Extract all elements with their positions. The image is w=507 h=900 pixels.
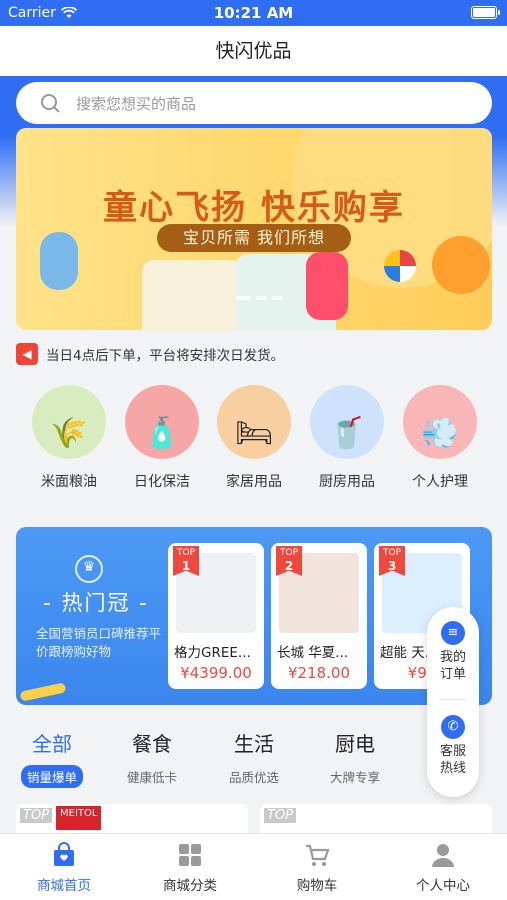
tab-subtitle: 大牌专享 bbox=[329, 770, 380, 785]
battery-icon bbox=[471, 6, 500, 19]
banner-headline: 童心飞扬 快乐购享 bbox=[103, 188, 405, 228]
tab-title: 生活 bbox=[234, 732, 274, 756]
phone-icon: ✆ bbox=[441, 715, 465, 739]
status-bar: Carrier 10:21 AM bbox=[0, 0, 507, 26]
category-item[interactable]: 🥤 厨房用品 bbox=[302, 385, 392, 491]
product-name: 格力GREE... bbox=[174, 645, 251, 661]
category-label: 米面粮油 bbox=[41, 474, 97, 490]
grid-icon bbox=[177, 842, 203, 868]
hot-title[interactable]: - 热门冠 - bbox=[16, 587, 176, 617]
cart-icon bbox=[304, 842, 330, 868]
tab-subtitle: 销量爆单 bbox=[20, 765, 83, 788]
tab-cart[interactable]: 购物车 bbox=[267, 842, 367, 894]
tab-label: 商城首页 bbox=[37, 878, 91, 894]
service-label: 客服 bbox=[439, 744, 466, 759]
category-label: 家居用品 bbox=[226, 474, 282, 490]
hot-ranking-panel: - 热门冠 - 全国营销员口碑推荐平价跟榜购好物 TOP1 格力GREE... … bbox=[16, 527, 492, 705]
tab-profile[interactable]: 个人中心 bbox=[393, 842, 493, 894]
product-price: ¥218.00 bbox=[287, 664, 351, 682]
shipping-notice: ◀ 当日4点后下单，平台将安排次日发货。 bbox=[16, 342, 492, 366]
brand-logo: MEITOL bbox=[56, 806, 102, 830]
tab-subtitle: 品质优选 bbox=[228, 770, 279, 785]
category-grid: 🌾 米面粮油 🧴 日化保洁 🛏 家居用品 🥤 厨房用品 💨 个人护理 bbox=[0, 385, 507, 495]
product-name: 长城 华夏... bbox=[277, 645, 349, 661]
ribbon-decoration bbox=[19, 682, 67, 702]
blender-icon: 🥤 bbox=[310, 385, 384, 459]
notice-text: 当日4点后下单，平台将安排次日发货。 bbox=[46, 348, 285, 364]
floating-actions: ≡ 我的 订单 ✆ 客服 热线 bbox=[427, 607, 479, 797]
tab-life[interactable]: 生活 品质优选 bbox=[214, 728, 294, 788]
user-icon bbox=[430, 842, 456, 868]
bedding-icon: 🛏 bbox=[217, 385, 291, 459]
shopping-bag-icon bbox=[51, 842, 77, 868]
pager-dot[interactable] bbox=[256, 296, 266, 300]
category-item[interactable]: 💨 个人护理 bbox=[395, 385, 485, 491]
baby-bib-image bbox=[40, 232, 78, 290]
tab-categories[interactable]: 商城分类 bbox=[140, 842, 240, 894]
product-price: ¥4399.00 bbox=[180, 664, 252, 682]
bottom-tab-bar: 商城首页 商城分类 购物车 个人中心 bbox=[0, 833, 507, 900]
beach-ball-image bbox=[384, 250, 416, 282]
search-placeholder: 搜索您想买的商品 bbox=[76, 94, 197, 113]
category-item[interactable]: 🛏 家居用品 bbox=[209, 385, 299, 491]
top-label: TOP bbox=[264, 808, 297, 823]
category-label: 厨房用品 bbox=[319, 474, 375, 490]
tab-kitchen-appliances[interactable]: 厨电 大牌专享 bbox=[315, 728, 395, 788]
tab-label: 购物车 bbox=[296, 878, 338, 894]
pager-dot[interactable] bbox=[236, 296, 250, 300]
tab-all[interactable]: 全部 销量爆单 bbox=[12, 728, 92, 788]
hot-description: 全国营销员口碑推荐平价跟榜购好物 bbox=[36, 626, 162, 659]
tab-meals[interactable]: 餐食 健康低卡 bbox=[112, 728, 192, 788]
tab-title: 厨电 bbox=[335, 732, 375, 756]
tab-subtitle: 健康低卡 bbox=[126, 770, 177, 785]
category-item[interactable]: 🌾 米面粮油 bbox=[24, 385, 114, 491]
orders-icon: ≡ bbox=[441, 621, 465, 645]
tab-title: 餐食 bbox=[132, 732, 172, 756]
banner-ribbon: 宝贝所需 我们所想 bbox=[157, 224, 351, 252]
category-label: 个人护理 bbox=[412, 474, 468, 490]
banner-decor-orange-circle bbox=[432, 236, 490, 294]
my-orders-button[interactable]: ≡ 我的 订单 bbox=[427, 621, 479, 683]
banner-pager[interactable] bbox=[236, 296, 282, 300]
top-label: TOP bbox=[382, 548, 401, 558]
hot-product-card[interactable]: TOP 1 格力GREE... ¥4399.00 bbox=[168, 543, 264, 689]
tab-title: 全部 bbox=[32, 732, 72, 756]
search-icon bbox=[40, 93, 60, 113]
orders-label: 我的 bbox=[439, 650, 466, 665]
toy-image bbox=[142, 260, 242, 330]
speaker-icon: ◀ bbox=[16, 343, 38, 365]
customer-service-button[interactable]: ✆ 客服 热线 bbox=[427, 715, 479, 777]
category-label: 日化保洁 bbox=[134, 474, 190, 490]
hot-product-card[interactable]: TOP 2 长城 华夏... ¥218.00 bbox=[271, 543, 367, 689]
hot-title-text: 热门冠 bbox=[61, 591, 131, 615]
top-label: TOP bbox=[176, 548, 195, 558]
water-cup-image bbox=[306, 252, 348, 320]
tab-label: 商城分类 bbox=[163, 878, 217, 894]
status-time: 10:21 AM bbox=[213, 4, 294, 22]
crown-icon bbox=[75, 555, 103, 583]
detergent-icon: 🧴 bbox=[125, 385, 199, 459]
promo-banner[interactable]: 童心飞扬 快乐购享 宝贝所需 我们所想 bbox=[16, 128, 492, 330]
tab-home[interactable]: 商城首页 bbox=[14, 842, 114, 894]
divider bbox=[439, 699, 467, 700]
top-label: TOP bbox=[20, 808, 53, 823]
rice-bag-icon: 🌾 bbox=[32, 385, 106, 459]
service-label: 热线 bbox=[439, 761, 466, 776]
top-label: TOP bbox=[279, 548, 298, 558]
tab-label: 个人中心 bbox=[416, 878, 470, 894]
orders-label: 订单 bbox=[439, 667, 466, 682]
pager-dot[interactable] bbox=[272, 296, 282, 300]
search-input[interactable]: 搜索您想买的商品 bbox=[16, 82, 492, 124]
hair-dryer-icon: 💨 bbox=[403, 385, 477, 459]
page-title: 快闪优品 bbox=[0, 26, 507, 76]
category-item[interactable]: 🧴 日化保洁 bbox=[117, 385, 207, 491]
